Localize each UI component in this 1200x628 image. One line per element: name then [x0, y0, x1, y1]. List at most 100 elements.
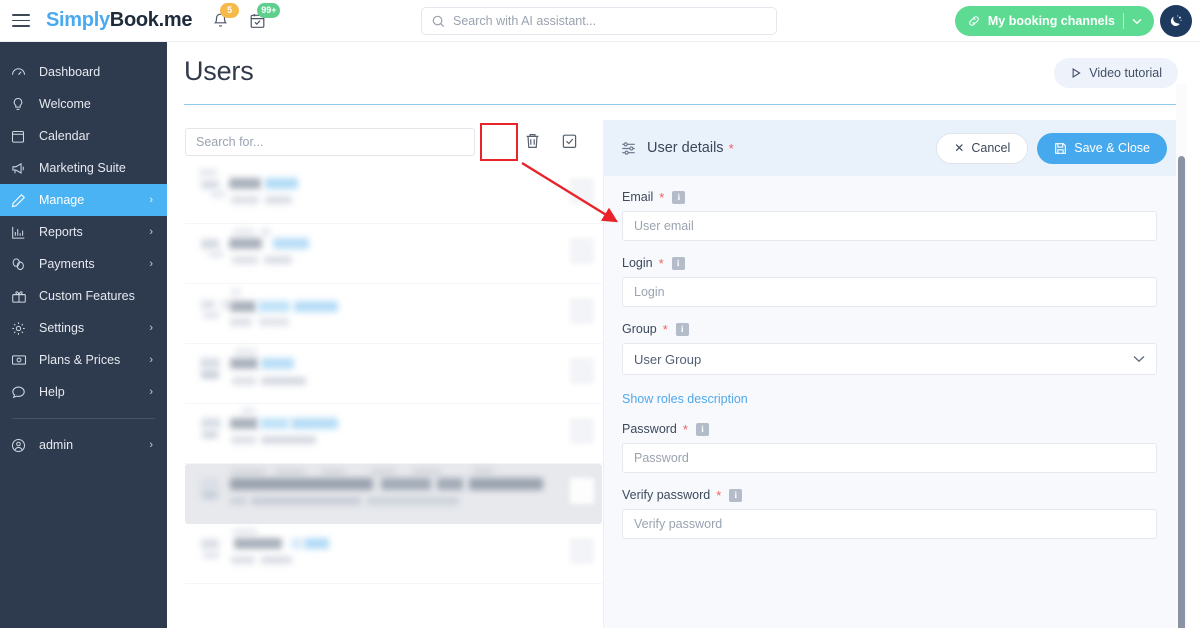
sidebar-label-help: Help	[39, 385, 65, 399]
chevron-right-icon: ›	[149, 386, 153, 398]
redacted-text	[201, 539, 219, 549]
logo-simply: imply	[59, 9, 110, 31]
user-details-panel: User details * ✕ Cancel Save & Close Ema…	[603, 120, 1180, 628]
cancel-label: Cancel	[971, 141, 1011, 155]
sidebar-item-welcome[interactable]: Welcome	[0, 88, 167, 120]
redacted-text	[202, 490, 218, 499]
info-icon[interactable]: i	[671, 256, 685, 270]
redacted-text	[211, 190, 225, 198]
password-placeholder: Password	[634, 451, 689, 465]
verify-password-placeholder: Verify password	[634, 517, 723, 531]
redacted-text	[230, 497, 246, 505]
redacted-text	[265, 196, 292, 204]
select-all-button[interactable]	[561, 132, 578, 155]
show-roles-description-link[interactable]: Show roles description	[622, 392, 748, 406]
video-tutorial-button[interactable]: Video tutorial	[1054, 58, 1178, 88]
required-star: *	[716, 487, 722, 503]
login-placeholder: Login	[634, 285, 665, 299]
chevron-right-icon: ›	[149, 354, 153, 366]
group-select[interactable]: User Group	[622, 343, 1157, 375]
list-item[interactable]	[185, 284, 602, 344]
main-content: Users Video tutorial Search for... +	[167, 42, 1200, 628]
ai-search-input[interactable]: Search with AI assistant...	[421, 7, 777, 35]
list-item[interactable]	[185, 464, 602, 524]
list-item[interactable]	[185, 224, 602, 284]
sidebar-item-marketing-suite[interactable]: Marketing Suite	[0, 152, 167, 184]
redacted-text	[473, 467, 493, 475]
redacted-text	[201, 180, 219, 189]
redacted-avatar	[570, 298, 594, 324]
sidebar-item-help[interactable]: Help ›	[0, 376, 167, 408]
redacted-avatar	[570, 478, 594, 504]
sidebar-item-calendar[interactable]: Calendar	[0, 120, 167, 152]
bulb-icon	[11, 97, 33, 112]
sidebar-item-account[interactable]: admin ›	[0, 429, 167, 461]
chat-bubble-icon	[11, 385, 33, 400]
moon-stars-icon	[1170, 15, 1182, 27]
user-list	[185, 164, 602, 594]
redacted-avatar	[570, 178, 594, 204]
password-field[interactable]: Password	[622, 443, 1157, 473]
bookings-button[interactable]: 99+	[249, 2, 281, 30]
redacted-text	[294, 301, 338, 312]
redacted-text	[261, 228, 270, 236]
info-icon[interactable]: i	[695, 422, 709, 436]
sidebar-item-reports[interactable]: Reports ›	[0, 216, 167, 248]
logo-s: S	[46, 9, 60, 31]
page-scrollbar[interactable]	[1178, 156, 1185, 628]
sidebar-item-payments[interactable]: Payments ›	[0, 248, 167, 280]
gift-icon	[11, 289, 33, 304]
sliders-icon	[622, 141, 635, 155]
redacted-text	[233, 528, 257, 536]
panel-header: User details * ✕ Cancel Save & Close	[604, 120, 1180, 176]
field-label-verify-password: Verify password * i	[622, 488, 1157, 502]
redacted-text	[231, 468, 265, 476]
redacted-text	[230, 358, 258, 369]
redacted-text	[261, 556, 292, 564]
banknote-icon	[11, 353, 33, 367]
cancel-button[interactable]: ✕ Cancel	[936, 132, 1029, 164]
sidebar-label-custom-features: Custom Features	[39, 289, 135, 303]
list-item[interactable]	[185, 164, 602, 224]
chevron-down-icon	[1133, 356, 1145, 363]
sidebar-item-settings[interactable]: Settings ›	[0, 312, 167, 344]
list-item[interactable]	[185, 524, 602, 584]
sidebar-item-dashboard[interactable]: Dashboard	[0, 56, 167, 88]
redacted-text	[260, 418, 289, 429]
panel-required-mark: *	[728, 140, 734, 156]
logo-me: .me	[158, 9, 193, 31]
redacted-text	[201, 300, 215, 309]
hamburger-icon[interactable]	[12, 14, 30, 27]
redacted-avatar	[570, 418, 594, 444]
info-icon[interactable]: i	[729, 488, 743, 502]
redacted-text	[199, 169, 217, 176]
email-field[interactable]: User email	[622, 211, 1157, 241]
video-tutorial-label: Video tutorial	[1089, 66, 1162, 80]
info-icon[interactable]: i	[675, 322, 689, 336]
redacted-text	[367, 497, 459, 505]
dark-mode-toggle[interactable]	[1160, 5, 1192, 37]
user-search-input[interactable]: Search for...	[185, 128, 475, 156]
app-root: SimplyBook.me 5 99+ Search with AI assis…	[0, 0, 1200, 628]
my-booking-channels-button[interactable]: My booking channels	[954, 6, 1154, 36]
sidebar-item-manage[interactable]: Manage ›	[0, 184, 167, 216]
delete-users-button[interactable]	[524, 132, 541, 155]
sidebar-label-dashboard: Dashboard	[39, 65, 101, 79]
list-item[interactable]	[185, 404, 602, 464]
redacted-text	[231, 556, 255, 564]
group-selected-value: User Group	[634, 351, 702, 367]
info-icon[interactable]: i	[672, 190, 686, 204]
field-verify-password: Verify password * i Verify password	[622, 488, 1157, 539]
app-logo[interactable]: SimplyBook.me	[46, 9, 192, 32]
notifications-button[interactable]: 5	[212, 2, 240, 30]
login-field[interactable]: Login	[622, 277, 1157, 307]
verify-password-field[interactable]: Verify password	[622, 509, 1157, 539]
sidebar-item-plans-prices[interactable]: Plans & Prices ›	[0, 344, 167, 376]
redacted-text	[233, 228, 255, 236]
redacted-text	[200, 358, 220, 368]
save-and-close-button[interactable]: Save & Close	[1037, 132, 1167, 164]
sidebar-item-custom-features[interactable]: Custom Features	[0, 280, 167, 312]
chevron-right-icon: ›	[149, 226, 153, 238]
required-star: *	[658, 255, 664, 271]
list-item[interactable]	[185, 344, 602, 404]
